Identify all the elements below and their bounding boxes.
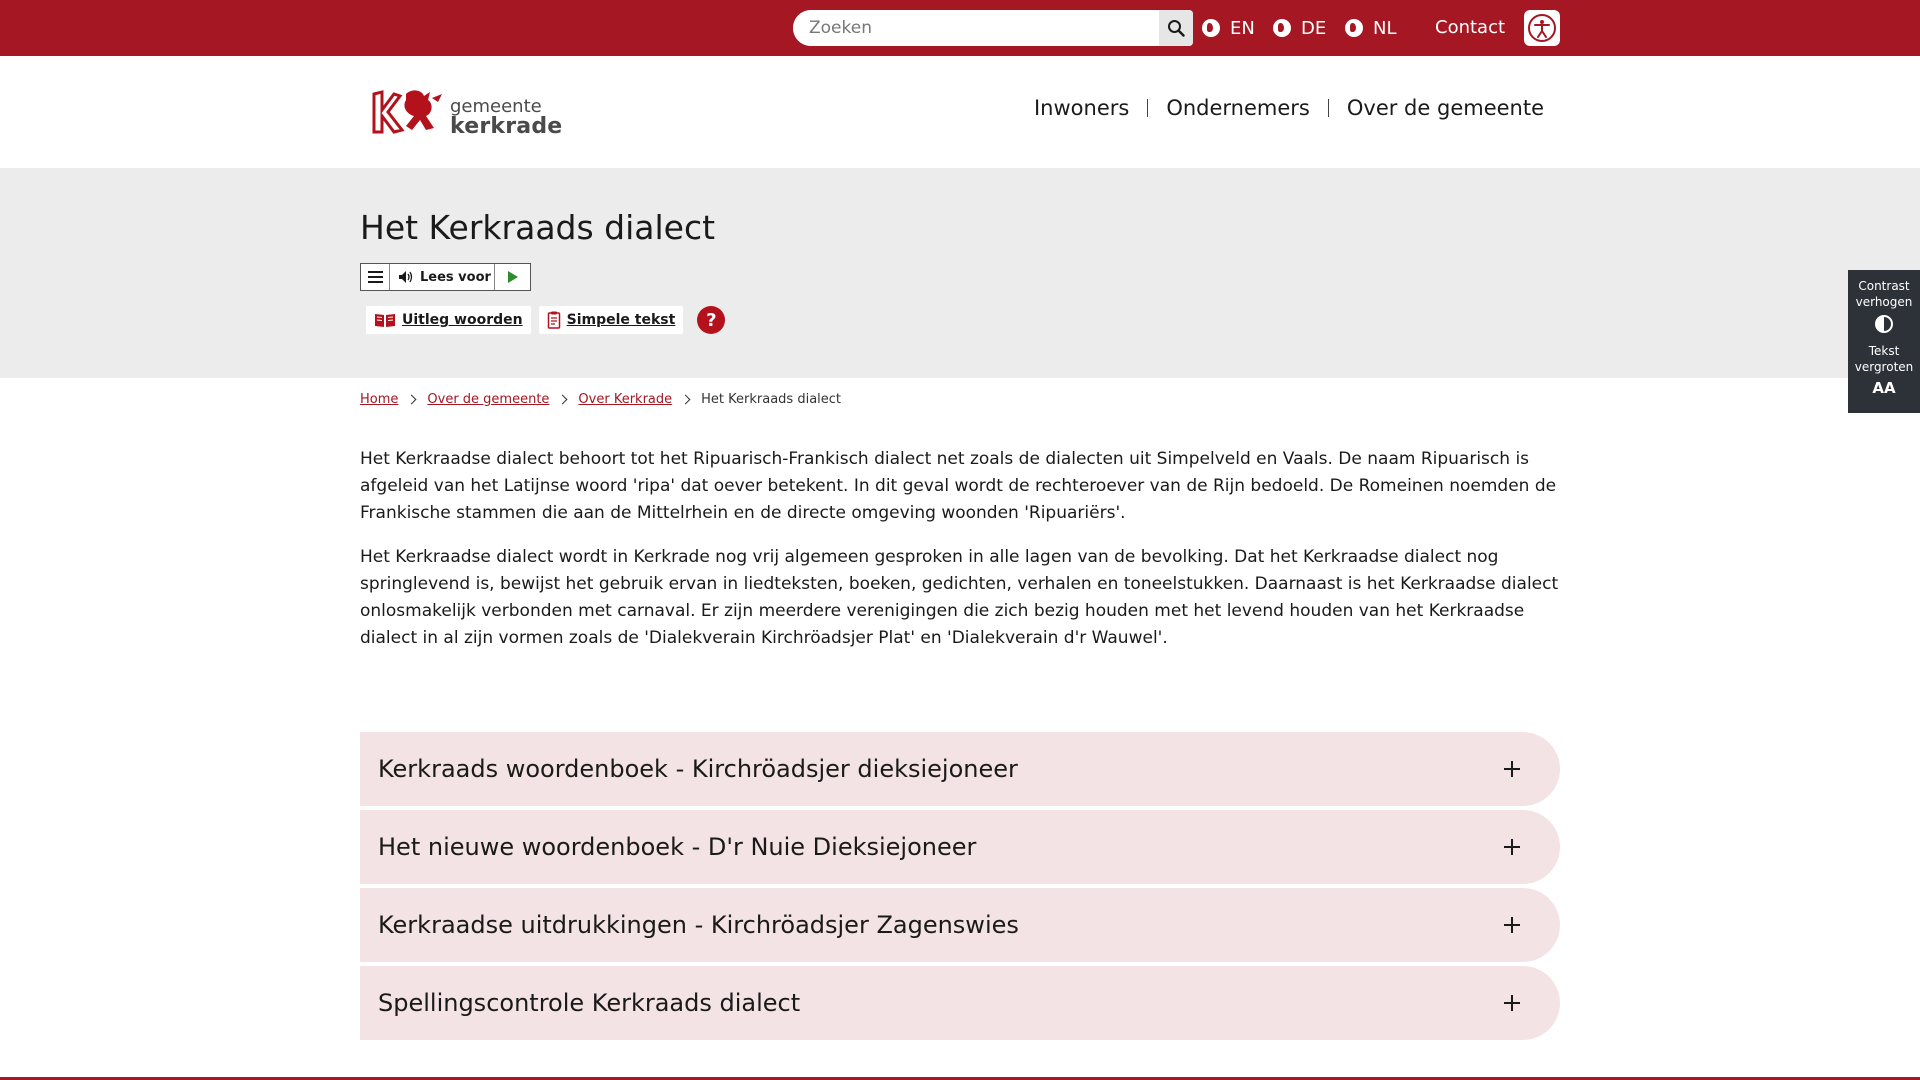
contrast-label-1: Contrast xyxy=(1858,279,1910,293)
paragraph-2: Het Kerkraadse dialect wordt in Kerkrade… xyxy=(360,547,1559,648)
play-icon xyxy=(507,271,518,283)
accordion-title: Kerkraadse uitdrukkingen - Kirchröadsjer… xyxy=(378,911,1019,939)
read-aloud-label: Lees voor xyxy=(420,269,491,285)
logo-line2: kerkrade xyxy=(450,114,563,139)
accessibility-widget: Contrast verhogen Tekst vergroten AA xyxy=(1848,270,1920,413)
contact-link[interactable]: Contact xyxy=(1435,14,1505,42)
globe-icon xyxy=(1273,19,1291,37)
top-bar: EN DE NL Contact xyxy=(0,0,1920,56)
breadcrumb-current: Het Kerkraads dialect xyxy=(701,392,842,407)
chevron-right-icon xyxy=(680,394,691,405)
page-title: Het Kerkraads dialect xyxy=(360,208,716,247)
globe-icon xyxy=(1345,19,1363,37)
simple-text-button[interactable]: Simpele tekst xyxy=(538,306,684,334)
nav-divider xyxy=(1147,99,1149,117)
nav-item-inwoners[interactable]: Inwoners xyxy=(1034,96,1129,120)
accordion-item-uitdrukkingen[interactable]: Kerkraadse uitdrukkingen - Kirchröadsjer… xyxy=(360,888,1560,962)
nav-item-ondernemers[interactable]: Ondernemers xyxy=(1166,96,1310,120)
plus-icon xyxy=(1504,917,1520,933)
accordion-item-spellingscontrole[interactable]: Spellingscontrole Kerkraads dialect xyxy=(360,966,1560,1040)
explain-words-button[interactable]: Uitleg woorden xyxy=(366,306,531,334)
menu-icon-bar xyxy=(367,271,383,273)
help-icon: ? xyxy=(706,309,717,331)
contrast-icon xyxy=(1875,315,1893,333)
text-size-icon: AA xyxy=(1872,379,1896,397)
text-size-label-1: Tekst xyxy=(1868,344,1900,358)
search-icon xyxy=(1168,20,1185,37)
plus-icon xyxy=(1504,761,1520,777)
speaker-icon xyxy=(399,271,413,283)
site-header: gemeente kerkrade Inwoners Ondernemers O… xyxy=(0,56,1920,168)
language-nl[interactable]: NL xyxy=(1345,14,1397,42)
accordion-item-woordenboek[interactable]: Kerkraads woordenboek - Kirchröadsjer di… xyxy=(360,732,1560,806)
language-label: EN xyxy=(1230,17,1255,39)
document-icon xyxy=(547,311,560,329)
text-size-toggle[interactable]: Tekst vergroten AA xyxy=(1848,343,1920,397)
chevron-right-icon xyxy=(406,394,417,405)
language-en[interactable]: EN xyxy=(1202,14,1255,42)
menu-icon-bar xyxy=(367,276,383,278)
plus-icon xyxy=(1504,995,1520,1011)
reading-tools: Uitleg woorden Simpele tekst ? xyxy=(366,306,726,334)
language-de[interactable]: DE xyxy=(1273,14,1326,42)
explain-words-label: Uitleg woorden xyxy=(402,312,523,328)
accordion: Kerkraads woordenboek - Kirchröadsjer di… xyxy=(360,732,1560,1044)
nav-divider xyxy=(1327,99,1329,117)
play-button[interactable] xyxy=(495,264,530,290)
accordion-item-nieuwe-woordenboek[interactable]: Het nieuwe woordenboek - D'r Nuie Dieksi… xyxy=(360,810,1560,884)
site-logo[interactable]: gemeente kerkrade xyxy=(368,84,568,140)
menu-icon-bar xyxy=(367,281,383,283)
contrast-label-2: verhogen xyxy=(1855,295,1913,309)
accordion-title: Het nieuwe woordenboek - D'r Nuie Dieksi… xyxy=(378,833,977,861)
breadcrumb-home[interactable]: Home xyxy=(360,392,398,407)
contrast-toggle[interactable]: Contrast verhogen xyxy=(1848,278,1920,333)
logo-text: gemeente kerkrade xyxy=(450,98,562,138)
search-input[interactable] xyxy=(793,10,1159,46)
read-aloud-button[interactable]: Lees voor xyxy=(390,264,495,290)
page-hero: Het Kerkraads dialect Lees voor Uitleg w… xyxy=(0,168,1920,378)
accessibility-button[interactable] xyxy=(1524,10,1560,46)
globe-icon xyxy=(1202,19,1220,37)
paragraph-1: Het Kerkraadse dialect behoort tot het R… xyxy=(360,449,1557,523)
help-button[interactable]: ? xyxy=(697,306,726,334)
search-box xyxy=(793,10,1193,46)
text-size-label-2: vergroten xyxy=(1854,360,1914,374)
breadcrumb-over-kerkrade[interactable]: Over Kerkrade xyxy=(578,392,672,407)
breadcrumb: Home Over de gemeente Over Kerkrade Het … xyxy=(360,392,841,407)
language-label: DE xyxy=(1301,17,1327,39)
breadcrumb-over-de-gemeente[interactable]: Over de gemeente xyxy=(427,392,549,407)
language-label: NL xyxy=(1373,17,1397,39)
readspeaker-menu-button[interactable] xyxy=(361,264,390,290)
accordion-title: Kerkraads woordenboek - Kirchröadsjer di… xyxy=(378,755,1018,783)
chevron-right-icon xyxy=(557,394,568,405)
plus-icon xyxy=(1504,839,1520,855)
readspeaker-bar: Lees voor xyxy=(360,263,531,291)
book-icon xyxy=(375,314,395,327)
kerkrade-lion-icon xyxy=(372,90,442,134)
main-nav: Inwoners Ondernemers Over de gemeente xyxy=(1034,96,1544,120)
search-button[interactable] xyxy=(1159,10,1193,46)
article-body: Het Kerkraadse dialect behoort tot het R… xyxy=(360,446,1560,669)
simple-text-label: Simpele tekst xyxy=(566,312,676,328)
nav-item-over-de-gemeente[interactable]: Over de gemeente xyxy=(1347,96,1544,120)
accordion-title: Spellingscontrole Kerkraads dialect xyxy=(378,989,801,1017)
accessibility-icon xyxy=(1528,14,1556,42)
